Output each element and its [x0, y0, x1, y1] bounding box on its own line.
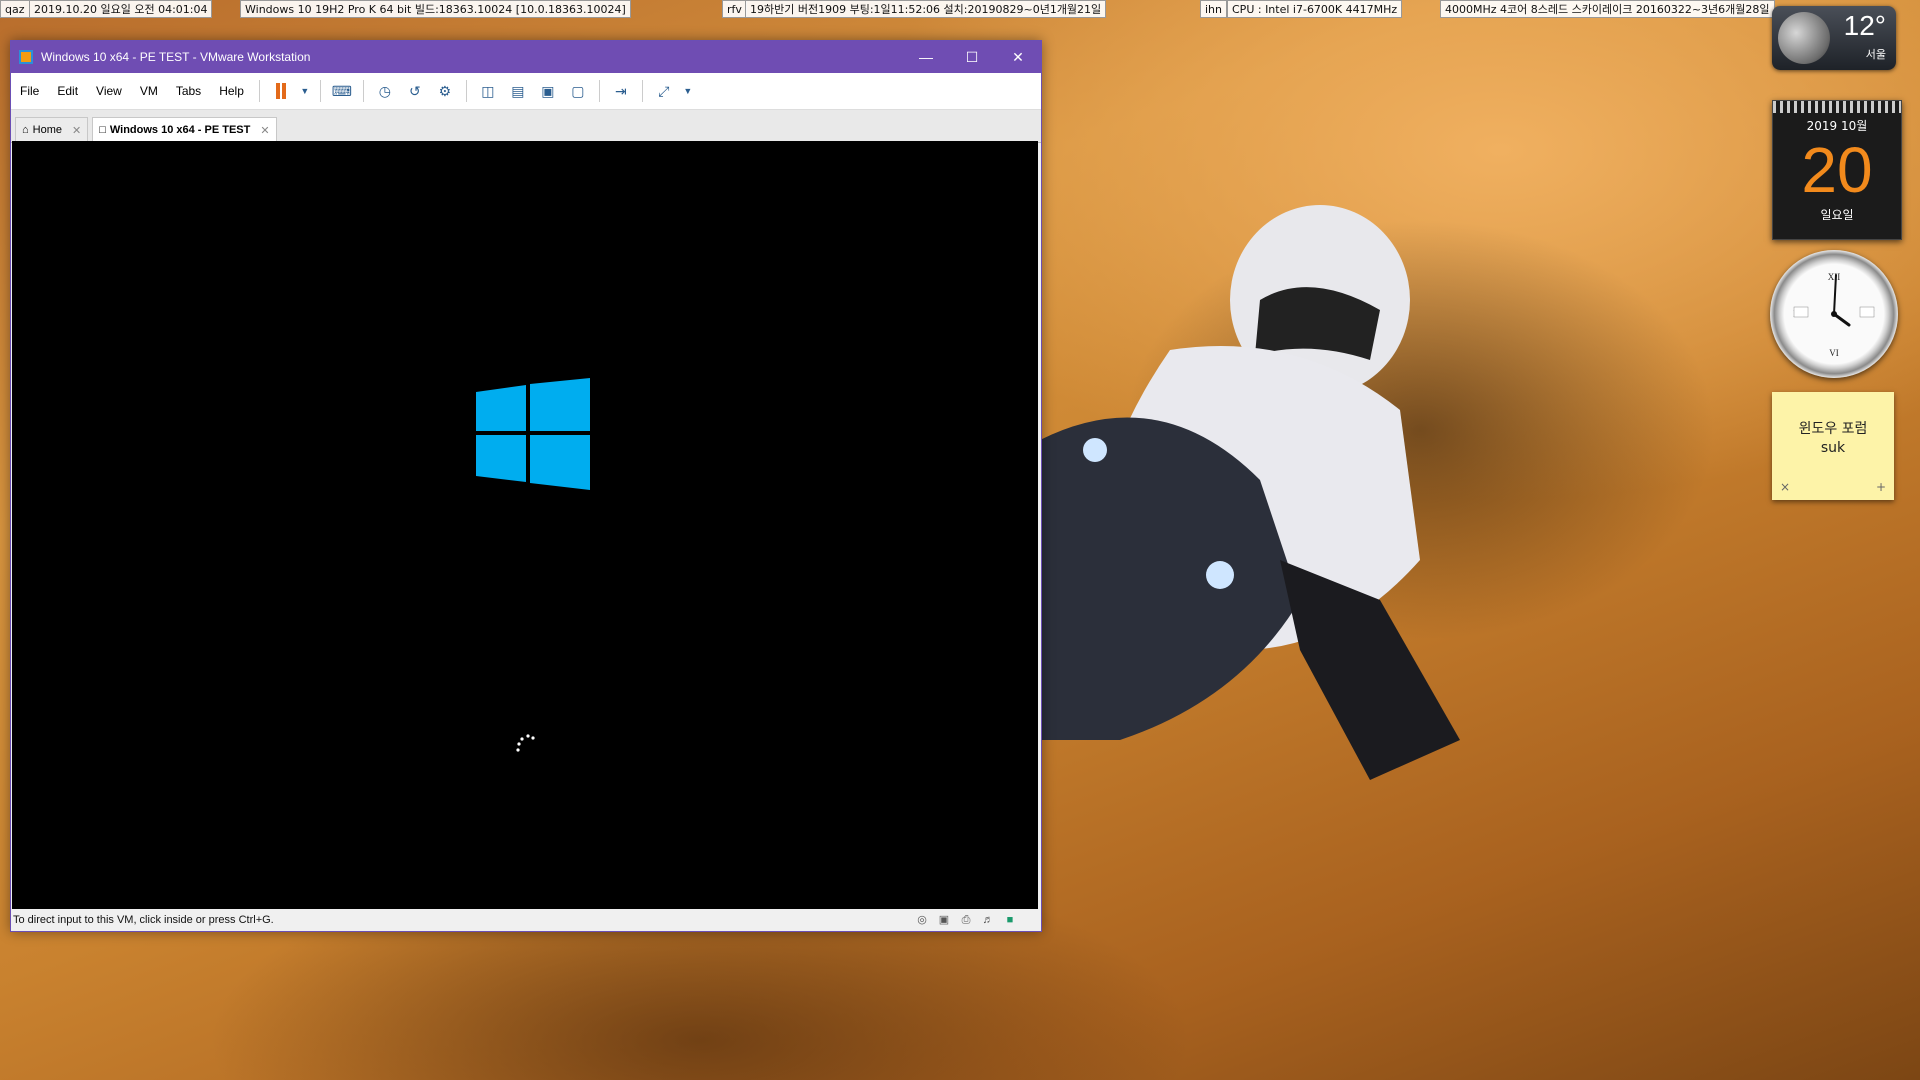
minimize-button[interactable]: —: [903, 41, 949, 73]
calendar-day: 20: [1801, 134, 1873, 206]
toolbar-separator: [319, 80, 321, 102]
title-bar[interactable]: Windows 10 x64 - PE TEST - VMware Workst…: [11, 41, 1041, 73]
note-close-icon[interactable]: ×: [1780, 480, 1790, 494]
snapshot-manager-icon[interactable]: ⚙: [434, 80, 456, 102]
weather-temperature: 12°: [1843, 10, 1886, 41]
network-status-icon[interactable]: ▣: [937, 914, 951, 928]
svg-text:VI: VI: [1829, 348, 1839, 358]
info-qaz: qaz: [0, 0, 30, 18]
tab-bar: ⌂ Home ✕ □ Windows 10 x64 - PE TEST ✕: [11, 110, 1041, 143]
loading-spinner-icon: [516, 734, 535, 752]
vmware-window[interactable]: Windows 10 x64 - PE TEST - VMware Workst…: [10, 40, 1042, 932]
menu-view[interactable]: View: [87, 84, 131, 98]
toolbar-separator: [598, 80, 600, 102]
vmware-app-icon: [19, 50, 33, 64]
toolbar-separator: [465, 80, 467, 102]
windows-logo-icon: [476, 378, 590, 490]
vm-console-screen[interactable]: [12, 141, 1038, 909]
tab-close-icon[interactable]: ✕: [260, 124, 269, 137]
menu-edit[interactable]: Edit: [48, 84, 87, 98]
message-status-icon[interactable]: ■: [1003, 914, 1017, 928]
menu-vm[interactable]: VM: [131, 84, 167, 98]
menu-tabs[interactable]: Tabs: [167, 84, 210, 98]
wallpaper-rider: [1040, 205, 1460, 780]
menu-toolbar: File Edit View VM Tabs Help ▼ ⌨ ◷ ↺ ⚙ ◫ …: [11, 73, 1041, 110]
toolbar-separator: [641, 80, 643, 102]
status-bar: To direct input to this VM, click inside…: [11, 910, 1041, 931]
menu-file[interactable]: File: [11, 84, 48, 98]
tab-home-label: Home: [32, 124, 62, 136]
svg-text:XII: XII: [1828, 272, 1841, 282]
unity-icon[interactable]: ▢: [567, 80, 589, 102]
thumbnail-view-icon[interactable]: ▤: [507, 80, 529, 102]
sticky-note-gadget[interactable]: 윈도우 포럼 suk × +: [1772, 392, 1894, 500]
printer-status-icon[interactable]: ⎙: [959, 914, 973, 928]
calendar-month: 2019 10월: [1806, 119, 1868, 133]
clock-gadget[interactable]: XII III VI IX: [1770, 250, 1898, 378]
tab-vm-label: Windows 10 x64 - PE TEST: [109, 124, 251, 136]
home-icon: ⌂: [22, 124, 29, 136]
info-cpu: CPU : Intel i7-6700K 4417MHz: [1227, 0, 1403, 18]
status-message: To direct input to this VM, click inside…: [13, 914, 274, 926]
pause-icon[interactable]: [270, 80, 292, 102]
info-rfv: rfv: [722, 0, 747, 18]
info-os-build: Windows 10 19H2 Pro K 64 bit 빌드:18363.10…: [240, 0, 631, 18]
note-line-2: suk: [1820, 440, 1846, 456]
stretch-icon[interactable]: ⤢: [653, 80, 675, 102]
tab-close-icon[interactable]: ✕: [72, 124, 81, 137]
maximize-button[interactable]: ☐: [949, 41, 995, 73]
menu-help[interactable]: Help: [210, 84, 253, 98]
library-view-icon[interactable]: ◫: [477, 80, 499, 102]
snapshot-icon[interactable]: ◷: [374, 80, 396, 102]
weather-gadget[interactable]: 12° 서울: [1772, 6, 1896, 70]
info-ihn: ihn: [1200, 0, 1227, 18]
dropdown-arrow-icon[interactable]: ▼: [300, 80, 310, 102]
close-button[interactable]: ✕: [995, 41, 1041, 73]
window-title: Windows 10 x64 - PE TEST - VMware Workst…: [41, 50, 311, 64]
note-add-icon[interactable]: +: [1876, 480, 1886, 494]
send-ctrl-alt-del-icon[interactable]: ⌨: [331, 80, 353, 102]
tab-vm[interactable]: □ Windows 10 x64 - PE TEST ✕: [92, 117, 277, 142]
moon-icon: [1778, 12, 1830, 64]
note-line-1: 윈도우 포럼: [1798, 421, 1868, 437]
toolbar-separator: [258, 80, 260, 102]
clock-face-icon: XII III VI IX: [1793, 272, 1874, 358]
fullscreen-icon[interactable]: ▣: [537, 80, 559, 102]
info-cpu-detail: 4000MHz 4코어 8스레드 스카이레이크 20160322~3년6개월28…: [1440, 0, 1775, 18]
calendar-weekday: 일요일: [1820, 208, 1854, 222]
vm-icon: □: [99, 124, 106, 136]
dropdown-arrow-icon[interactable]: ▼: [683, 80, 693, 102]
console-icon[interactable]: ⇥: [610, 80, 632, 102]
weather-city: 서울: [1865, 48, 1886, 61]
calendar-rings: [1773, 101, 1901, 113]
sound-status-icon[interactable]: ♬: [981, 914, 995, 928]
revert-snapshot-icon[interactable]: ↺: [404, 80, 426, 102]
tab-home[interactable]: ⌂ Home ✕: [15, 117, 89, 142]
toolbar-separator: [362, 80, 364, 102]
calendar-gadget[interactable]: 2019 10월 20 일요일: [1772, 100, 1902, 240]
info-datetime: 2019.10.20 일요일 오전 04:01:04: [29, 0, 213, 18]
hdd-status-icon[interactable]: ◎: [915, 914, 929, 928]
info-uptime: 19하반기 버전1909 부팅:1일11:52:06 설치:20190829~0…: [745, 0, 1107, 18]
